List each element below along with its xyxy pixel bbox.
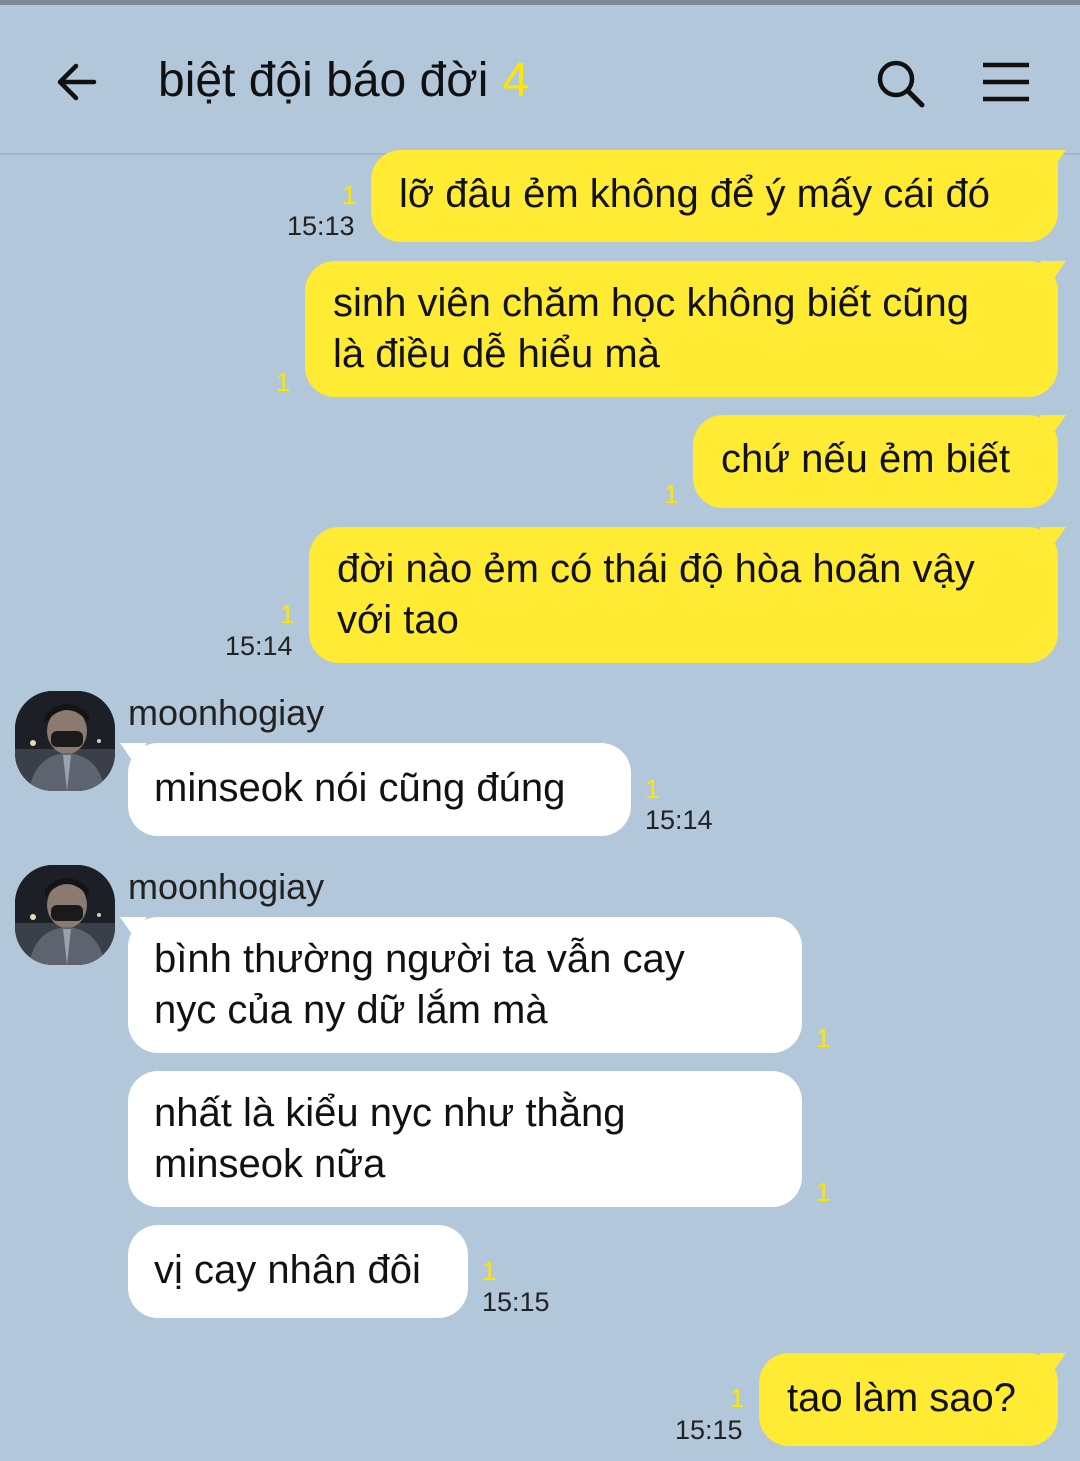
message-bubble-received[interactable]: vị cay nhân đôi [128,1225,468,1318]
unread-count: 1 [276,367,291,397]
unread-count: 1 [730,1383,745,1413]
bubble-tail [1040,261,1066,287]
unread-count: 1 [280,599,295,629]
bubble-tail [1040,415,1066,441]
message-bubble-sent[interactable]: lỡ đâu ẻm không để ý mấy cái đó [371,150,1066,242]
bubble-tail [1040,527,1066,553]
message-text-line: minseok nữa [154,1142,386,1186]
member-count: 4 [502,54,530,107]
sender-name: moonhogiay [128,866,325,907]
bubble-tail [1040,150,1066,176]
message-text-line: nyc của ny dữ lắm mà [154,988,548,1032]
message-text: chứ nếu ẻm biết [721,437,1011,481]
message-text: lỡ đâu ẻm không để ý mấy cái đó [399,172,990,216]
unread-count: 1 [816,1177,831,1207]
message-text: tao làm sao? [787,1376,1017,1420]
message-text-line: sinh viên chăm học không biết cũng [333,281,969,325]
unread-count: 1 [816,1023,831,1053]
avatar[interactable] [15,865,115,965]
unread-count: 1 [645,774,660,804]
unread-count: 1 [342,180,357,210]
chat-room-name: biệt đội báo đời [158,54,489,107]
sender-name: moonhogiay [128,692,325,733]
message-text-line: với tao [337,598,459,642]
back-arrow-icon[interactable] [52,57,102,107]
message-bubble-received[interactable]: minseok nói cũng đúng [120,743,631,836]
unread-count: 1 [664,479,679,509]
avatar[interactable] [15,691,115,791]
message-time: 15:14 [645,805,713,835]
message-text: minseok nói cũng đúng [154,766,566,810]
bubble-tail [120,743,146,769]
message-text-line: nhất là kiểu nyc như thằng [154,1091,626,1135]
message-text-line: bình thường người ta vẫn cay [154,937,685,981]
message-bubble-sent[interactable]: chứ nếu ẻm biết [693,415,1066,508]
message-text: vị cay nhân đôi [154,1248,421,1292]
message-bubble-sent[interactable]: sinh viên chăm học không biết cũng là đi… [305,261,1066,397]
message-text-line: là điều dễ hiểu mà [333,332,660,376]
message-time: 15:13 [287,211,355,241]
chat-header: biệt đội báo đời 4 [0,5,1080,155]
message-time: 15:14 [225,631,293,661]
message-bubble-received[interactable]: nhất là kiểu nyc như thằng minseok nữa [128,1071,802,1207]
search-icon[interactable] [874,57,928,111]
unread-count: 1 [482,1256,497,1286]
menu-icon[interactable] [980,59,1032,105]
avatar-photo [15,865,115,965]
chat-title: biệt đội báo đời 4 [158,53,529,108]
message-bubble-received[interactable]: bình thường người ta vẫn cay nyc của ny … [120,917,802,1053]
bubble-tail [1040,1353,1066,1379]
message-bubble-sent[interactable]: tao làm sao? [759,1353,1066,1446]
message-time: 15:15 [675,1415,743,1445]
message-text-line: đời nào ẻm có thái độ hòa hoãn vậy [337,547,975,591]
avatar-photo [15,691,115,791]
bubble-tail [120,917,146,943]
message-time: 15:15 [482,1287,550,1317]
message-bubble-sent[interactable]: đời nào ẻm có thái độ hòa hoãn vậy với t… [309,527,1066,663]
